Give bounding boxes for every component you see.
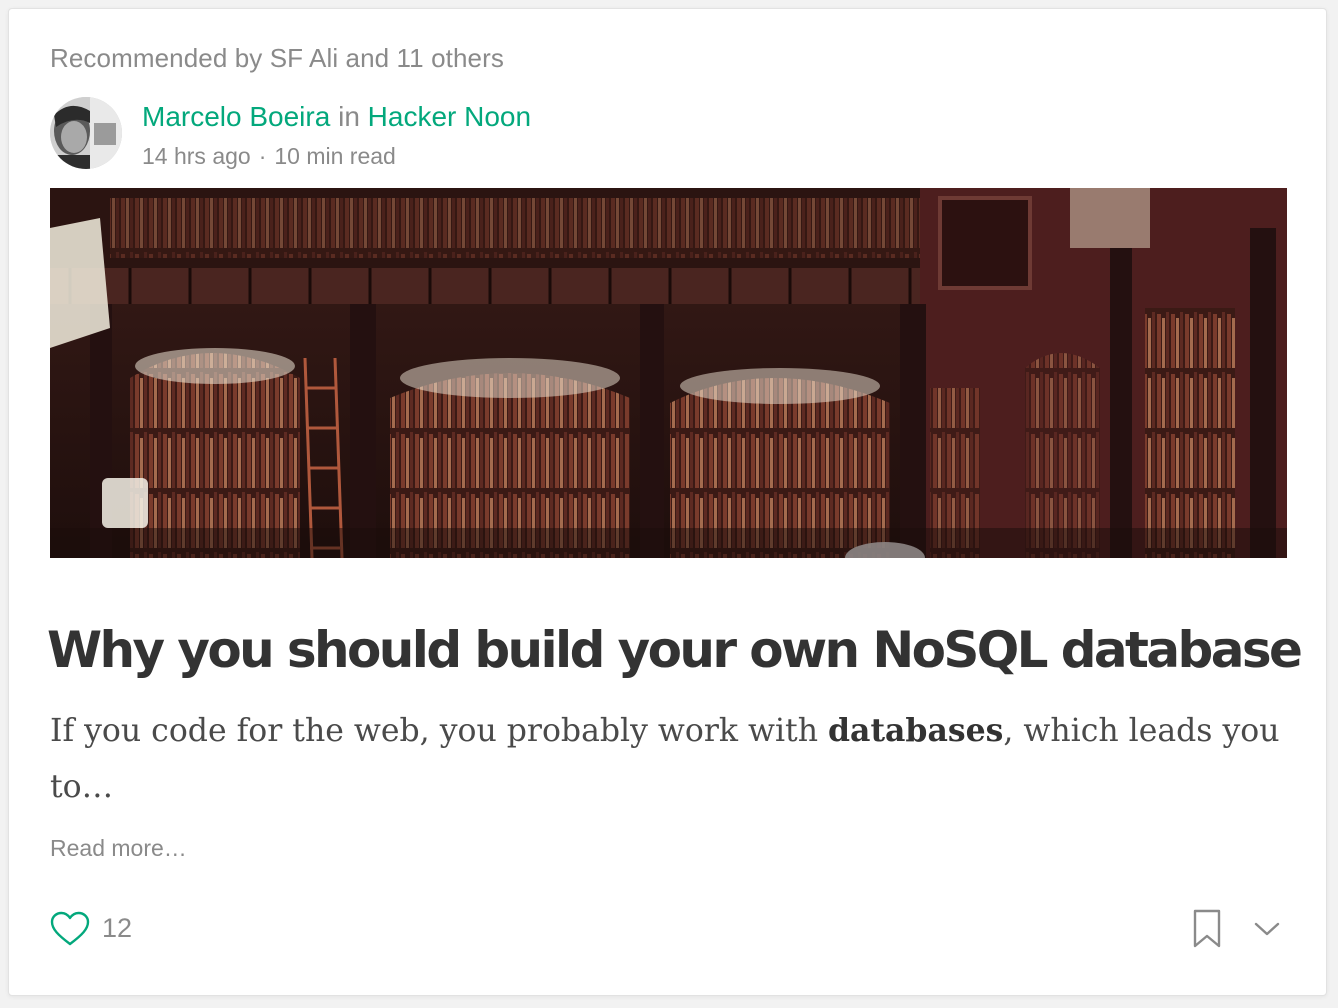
publication-link[interactable]: Hacker Noon [368, 101, 531, 132]
time-ago: 14 hrs ago [142, 143, 251, 169]
subtitle-text-start: If you code for the web, you probably wo… [50, 713, 829, 749]
heart-icon[interactable] [50, 911, 90, 947]
bookmark-icon[interactable] [1192, 909, 1222, 949]
author-line: Marcelo Boeira in Hacker Noon [142, 101, 531, 133]
post-card: Recommended by SF Ali and 11 others Marc… [8, 8, 1327, 996]
author-avatar[interactable] [50, 97, 122, 169]
read-more-link[interactable]: Read more… [50, 835, 187, 862]
in-label: in [338, 101, 360, 132]
meta-separator: · [258, 143, 267, 169]
author-row: Marcelo Boeira in Hacker Noon 14 hrs ago… [50, 97, 950, 169]
post-meta: 14 hrs ago · 10 min read [142, 143, 396, 170]
clap-section: 12 [50, 909, 250, 949]
chevron-down-icon[interactable] [1252, 917, 1282, 941]
post-title[interactable]: Why you should build your own NoSQL data… [47, 621, 1303, 679]
hero-image[interactable] [50, 188, 1287, 558]
post-subtitle[interactable]: If you code for the web, you probably wo… [50, 703, 1280, 815]
read-time: 10 min read [274, 143, 396, 169]
clap-count: 12 [102, 913, 133, 943]
author-name-link[interactable]: Marcelo Boeira [142, 101, 330, 132]
recommendation-text: Recommended by SF Ali and 11 others [50, 43, 504, 73]
subtitle-bold-term: databases [828, 712, 1004, 749]
